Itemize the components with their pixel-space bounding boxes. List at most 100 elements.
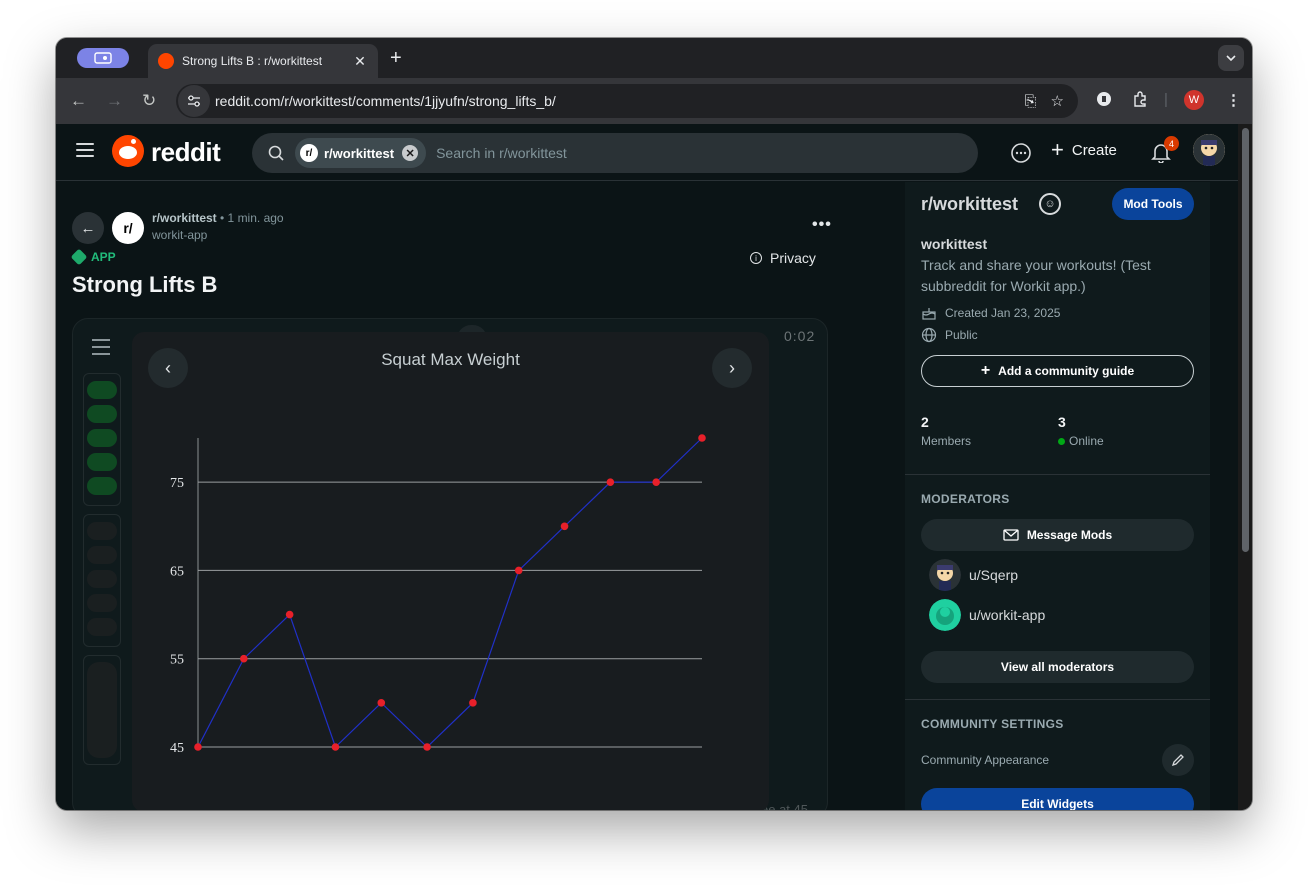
created-date: Created Jan 23, 2025 xyxy=(945,306,1061,320)
rail-pill[interactable] xyxy=(87,429,117,447)
data-point xyxy=(377,699,386,707)
tab-title: Strong Lifts B : r/workittest xyxy=(182,54,323,68)
rail-pill[interactable] xyxy=(87,570,117,588)
mod-tools-button[interactable]: Mod Tools xyxy=(1112,188,1194,220)
add-guide-label: Add a community guide xyxy=(998,364,1135,378)
edit-widgets-button[interactable]: Edit Widgets xyxy=(921,788,1194,810)
post-subreddit[interactable]: r/workittest • 1 min. ago xyxy=(152,211,284,225)
moderator-name[interactable]: u/workit-app xyxy=(969,607,1045,623)
members-count: 2 xyxy=(921,414,929,430)
visibility-label: Public xyxy=(945,328,978,342)
view-all-moderators-button[interactable]: View all moderators xyxy=(921,651,1194,683)
reddit-logo-icon[interactable] xyxy=(112,135,144,167)
chevron-down-icon xyxy=(1226,55,1236,61)
mail-icon xyxy=(1003,529,1019,541)
clear-chip-icon[interactable]: ✕ xyxy=(402,145,419,161)
moderator-row[interactable]: u/Sqerp xyxy=(929,559,1018,591)
url-text: reddit.com/r/workittest/comments/1jjyufn… xyxy=(215,93,556,109)
back-arrow-icon[interactable]: ← xyxy=(70,91,87,111)
rail-pill[interactable] xyxy=(87,381,117,399)
community-description: Track and share your workouts! (Test sub… xyxy=(921,257,1151,294)
bookmark-star-icon[interactable]: ☆ xyxy=(1051,92,1064,110)
post-time: • 1 min. ago xyxy=(216,211,284,225)
search-icon xyxy=(268,145,284,161)
rail-pill[interactable] xyxy=(87,594,117,612)
divider xyxy=(905,474,1210,475)
subreddit-icon[interactable]: r/ xyxy=(112,212,144,244)
app-tag-label: APP xyxy=(91,250,116,264)
post-title: Strong Lifts B xyxy=(72,272,218,297)
user-avatar[interactable] xyxy=(1193,134,1225,166)
search-input[interactable]: Search in r/workittest xyxy=(436,145,567,161)
moderator-name[interactable]: u/Sqerp xyxy=(969,567,1018,583)
data-point xyxy=(652,478,660,486)
smiley-plus-icon[interactable]: ☺ xyxy=(1039,193,1061,215)
profile-switcher[interactable] xyxy=(77,48,129,68)
data-point xyxy=(514,566,523,575)
chart-svg: 45 55 65 75 xyxy=(170,434,706,756)
app-tag: APP xyxy=(70,248,116,266)
data-point xyxy=(240,654,248,663)
back-button[interactable]: ← xyxy=(72,212,104,244)
reddit-wordmark[interactable]: reddit xyxy=(151,137,221,168)
post-author[interactable]: workit-app xyxy=(152,228,207,242)
tab-search-button[interactable] xyxy=(1218,45,1244,71)
kebab-menu-icon[interactable]: ⋮ xyxy=(1226,91,1241,109)
rail-pill[interactable] xyxy=(87,546,117,564)
tab-active[interactable]: Strong Lifts B : r/workittest ✕ xyxy=(148,44,378,78)
rail-pill[interactable] xyxy=(87,477,117,495)
search-bar[interactable]: r/ r/workittest ✕ Search in r/workittest xyxy=(252,133,978,173)
data-point xyxy=(560,522,569,531)
divider xyxy=(905,699,1210,700)
reload-icon[interactable]: ↻ xyxy=(142,91,156,111)
tab-close-icon[interactable]: ✕ xyxy=(352,53,368,70)
y-tick-label: 65 xyxy=(170,564,184,579)
hamburger-menu-icon[interactable] xyxy=(76,143,94,157)
privacy-link[interactable]: i Privacy xyxy=(750,250,816,266)
message-mods-button[interactable]: Message Mods xyxy=(921,519,1194,551)
edit-appearance-button[interactable] xyxy=(1162,744,1194,776)
rail-group-green xyxy=(83,373,121,506)
rail-group-dark xyxy=(83,514,121,647)
install-app-icon[interactable]: ⎘ xyxy=(1025,93,1037,110)
page-scrollbar[interactable] xyxy=(1238,124,1252,810)
address-bar[interactable]: reddit.com/r/workittest/comments/1jjyufn… xyxy=(176,84,1078,118)
extensions-puzzle-icon[interactable] xyxy=(1132,91,1148,111)
add-community-guide-button[interactable]: + Add a community guide xyxy=(921,355,1194,387)
rail-tall-pill[interactable] xyxy=(87,662,117,758)
post-subreddit-name[interactable]: r/workittest xyxy=(152,211,217,225)
pencil-icon xyxy=(1171,754,1184,767)
plus-icon: + xyxy=(1051,137,1064,162)
rail-pill[interactable] xyxy=(87,522,117,540)
scrollbar-thumb[interactable] xyxy=(1242,128,1249,552)
chart-next-button[interactable]: › xyxy=(712,348,752,388)
plus-icon: + xyxy=(980,362,991,379)
visibility-row: Public xyxy=(921,327,978,343)
search-scope-chip[interactable]: r/ r/workittest ✕ xyxy=(295,138,427,168)
create-label: Create xyxy=(1071,141,1117,159)
profile-avatar[interactable]: W xyxy=(1184,90,1204,110)
profile-card-icon xyxy=(94,52,112,64)
new-tab-button[interactable]: + xyxy=(390,48,402,68)
data-point xyxy=(194,743,202,751)
forward-arrow-icon[interactable]: → xyxy=(106,91,123,111)
app-badge-icon xyxy=(70,248,88,266)
create-button[interactable]: + Create xyxy=(1051,137,1117,162)
notification-badge: 4 xyxy=(1164,136,1179,151)
rail-pill[interactable] xyxy=(87,453,117,471)
rail-pill[interactable] xyxy=(87,405,117,423)
chat-icon[interactable] xyxy=(1010,142,1032,164)
app-menu-icon[interactable] xyxy=(83,329,119,365)
password-manager-icon[interactable] xyxy=(1096,91,1112,111)
sidebar-subreddit-name[interactable]: r/workittest xyxy=(921,194,1018,215)
app-side-rail xyxy=(83,329,121,789)
online-label: Online xyxy=(1069,434,1104,448)
moderator-row[interactable]: u/workit-app xyxy=(929,599,1045,631)
rail-pill[interactable] xyxy=(87,618,117,636)
globe-icon xyxy=(921,327,937,343)
chip-label: r/workittest xyxy=(324,145,395,161)
privacy-label: Privacy xyxy=(770,250,816,266)
more-options-icon[interactable]: ••• xyxy=(812,216,832,234)
site-settings-icon[interactable] xyxy=(178,85,210,117)
reddit-header: reddit r/ r/workittest ✕ Search in r/wor… xyxy=(56,124,1238,181)
